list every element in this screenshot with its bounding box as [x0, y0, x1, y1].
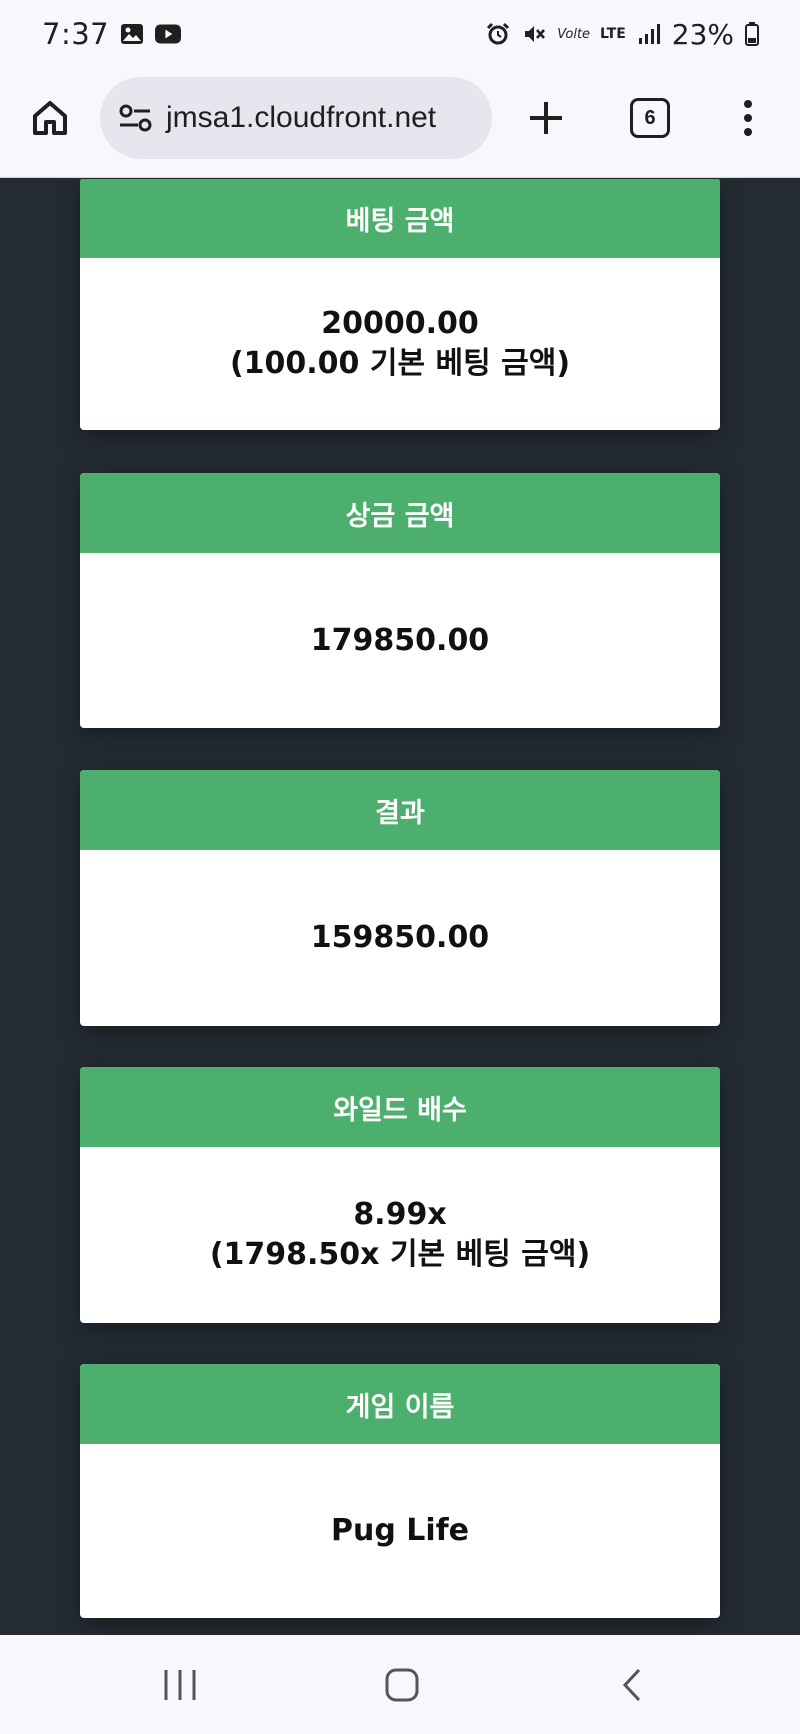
site-settings-icon[interactable]: [118, 103, 154, 133]
page-content: 베팅 금액 20000.00 (100.00 기본 베팅 금액) 상금 금액 1…: [0, 179, 800, 1635]
url-text: jmsa1.cloudfront.net: [166, 101, 437, 134]
lte-label: LTE: [600, 26, 626, 42]
new-tab-button[interactable]: [524, 96, 568, 140]
status-left: 7:37: [42, 17, 182, 51]
alarm-icon: [485, 22, 511, 46]
menu-dot: [744, 114, 752, 122]
mute-icon: [521, 22, 547, 46]
home-nav-icon: [385, 1668, 419, 1702]
card-header: 와일드 배수: [80, 1067, 720, 1147]
wild-multiplier-card: 와일드 배수 8.99x (1798.50x 기본 베팅 금액): [80, 1067, 720, 1323]
card-header: 결과: [80, 770, 720, 850]
prize-amount-card: 상금 금액 179850.00: [80, 473, 720, 728]
game-name-card: 게임 이름 Pug Life: [80, 1364, 720, 1618]
card-body: Pug Life: [80, 1444, 720, 1618]
card-value: 179850.00: [310, 622, 490, 658]
card-subvalue: (100.00 기본 베팅 금액): [229, 346, 571, 381]
card-body: 179850.00: [80, 553, 720, 728]
menu-dot: [744, 100, 752, 108]
recents-button[interactable]: [160, 1665, 200, 1705]
card-value: 8.99x: [353, 1197, 447, 1232]
clock: 7:37: [42, 17, 110, 51]
home-icon: [33, 101, 67, 135]
status-right: Volte LTE 23%: [485, 18, 760, 51]
browser-toolbar: jmsa1.cloudfront.net 6: [0, 68, 800, 178]
card-header: 베팅 금액: [80, 179, 720, 258]
signal-icon: [636, 22, 662, 46]
gallery-icon: [119, 22, 145, 46]
result-card: 결과 159850.00: [80, 770, 720, 1026]
card-body: 20000.00 (100.00 기본 베팅 금액): [80, 258, 720, 430]
bet-amount-card: 베팅 금액 20000.00 (100.00 기본 베팅 금액): [80, 179, 720, 430]
status-bar: 7:37 Volte LTE 23%: [0, 0, 800, 68]
card-body: 8.99x (1798.50x 기본 베팅 금액): [80, 1147, 720, 1323]
card-value: 20000.00: [321, 306, 479, 341]
recents-icon: [164, 1670, 196, 1700]
address-bar[interactable]: jmsa1.cloudfront.net: [100, 77, 492, 159]
back-button[interactable]: [612, 1665, 652, 1705]
volte-label: Volte: [557, 26, 591, 42]
navigation-bar: [0, 1635, 800, 1734]
card-header: 게임 이름: [80, 1364, 720, 1444]
more-menu-button[interactable]: [736, 96, 760, 140]
plus-icon: [530, 102, 562, 134]
card-value: 159850.00: [310, 920, 490, 955]
battery-percent: 23%: [671, 17, 734, 51]
card-body: 159850.00: [80, 850, 720, 1026]
tab-switcher-button[interactable]: 6: [630, 98, 670, 138]
youtube-icon: [155, 22, 182, 46]
home-button[interactable]: [28, 96, 72, 140]
card-subvalue: (1798.50x 기본 베팅 금액): [209, 1237, 591, 1272]
home-nav-button[interactable]: [382, 1665, 422, 1705]
card-header: 상금 금액: [80, 473, 720, 553]
menu-dot: [744, 128, 752, 136]
card-value: Pug Life: [330, 1513, 470, 1548]
back-icon: [622, 1668, 641, 1702]
battery-icon: [744, 22, 760, 46]
